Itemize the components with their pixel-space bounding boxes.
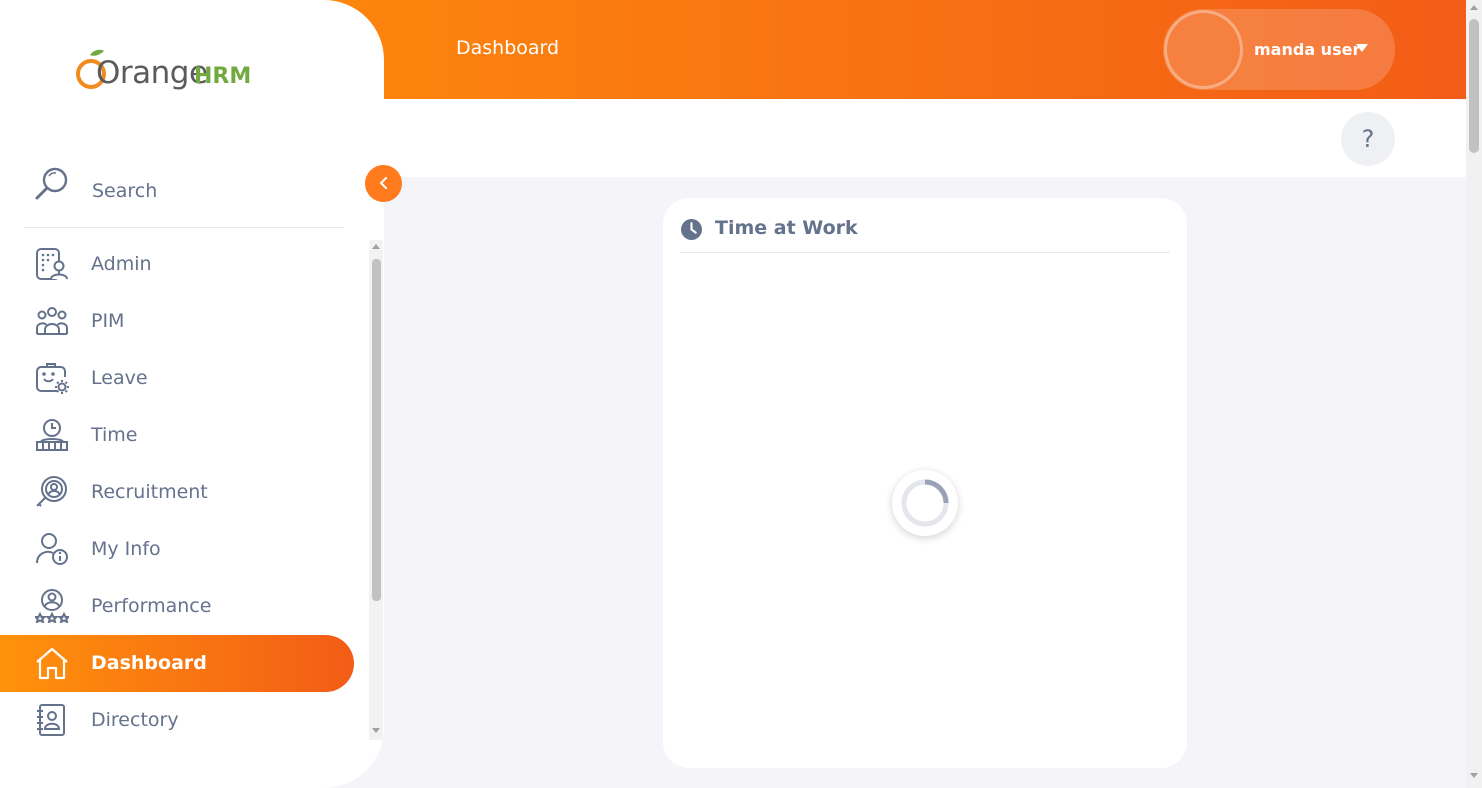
sidebar-item-admin[interactable]: Admin [0,236,370,293]
performance-icon [35,589,69,623]
sidebar-item-label: Performance [91,595,212,617]
clock-icon [681,219,702,240]
sidebar-item-label: Recruitment [91,481,208,503]
search-placeholder: Search [92,180,158,202]
search-icon [35,167,68,200]
sidebar-item-my-info[interactable]: My Info [0,521,370,578]
help-button[interactable]: ? [1341,112,1395,166]
sidebar-item-label: My Info [91,538,161,560]
admin-icon [36,248,68,280]
dashboard-icon [36,647,68,680]
chevron-left-icon [379,177,387,189]
scroll-up-icon[interactable] [1470,5,1478,10]
sidebar-item-dashboard[interactable]: Dashboard [0,635,354,692]
sidebar-item-label: Dashboard [91,652,207,674]
sidebar-item-recruitment[interactable]: Recruitment [0,464,370,521]
sidebar: Orange HRM Search Admin PIM Leave Time R… [0,0,384,788]
logo-suffix: HRM [194,64,252,89]
orangehrm-logo[interactable]: Orange HRM [74,47,254,97]
page-scrollbar-thumb[interactable] [1469,19,1479,153]
sidebar-item-label: Admin [91,253,152,275]
user-dropdown[interactable]: manda user [1163,9,1395,90]
directory-icon [37,704,65,736]
widget-title: Time at Work [715,217,858,239]
sidebar-scrollbar-thumb[interactable] [372,259,381,601]
logo-word: Orange [96,55,208,91]
my-info-icon [36,533,68,565]
loading-spinner [892,470,958,536]
scroll-down-icon[interactable] [1470,773,1478,778]
recruitment-icon [36,476,67,507]
sidebar-item-directory[interactable]: Directory [0,692,370,749]
scroll-up-icon[interactable] [372,244,380,249]
leave-icon [36,363,69,394]
pim-icon [36,307,68,335]
sidebar-item-time[interactable]: Time [0,407,370,464]
sidebar-item-performance[interactable]: Performance [0,578,370,635]
sidebar-item-label: Leave [91,367,148,389]
caret-down-icon[interactable] [1356,44,1368,52]
sidebar-item-label: Time [91,424,138,446]
avatar[interactable] [1164,10,1243,89]
scroll-down-icon[interactable] [372,728,380,733]
page-title: Dashboard [456,37,560,59]
user-name[interactable]: manda user [1254,40,1360,59]
time-at-work-widget: Time at Work [663,198,1187,768]
sidebar-item-label: PIM [91,310,125,332]
sidebar-item-label: Directory [91,709,179,731]
search-input[interactable]: Search [24,160,344,228]
sidebar-item-leave[interactable]: Leave [0,350,370,407]
main-menu: Admin PIM Leave Time Recruitment My Info… [0,236,370,749]
sidebar-item-pim[interactable]: PIM [0,293,370,350]
divider [680,252,1170,253]
time-icon [36,419,68,451]
collapse-sidebar-button[interactable] [365,165,402,202]
spinner-icon [901,479,949,527]
